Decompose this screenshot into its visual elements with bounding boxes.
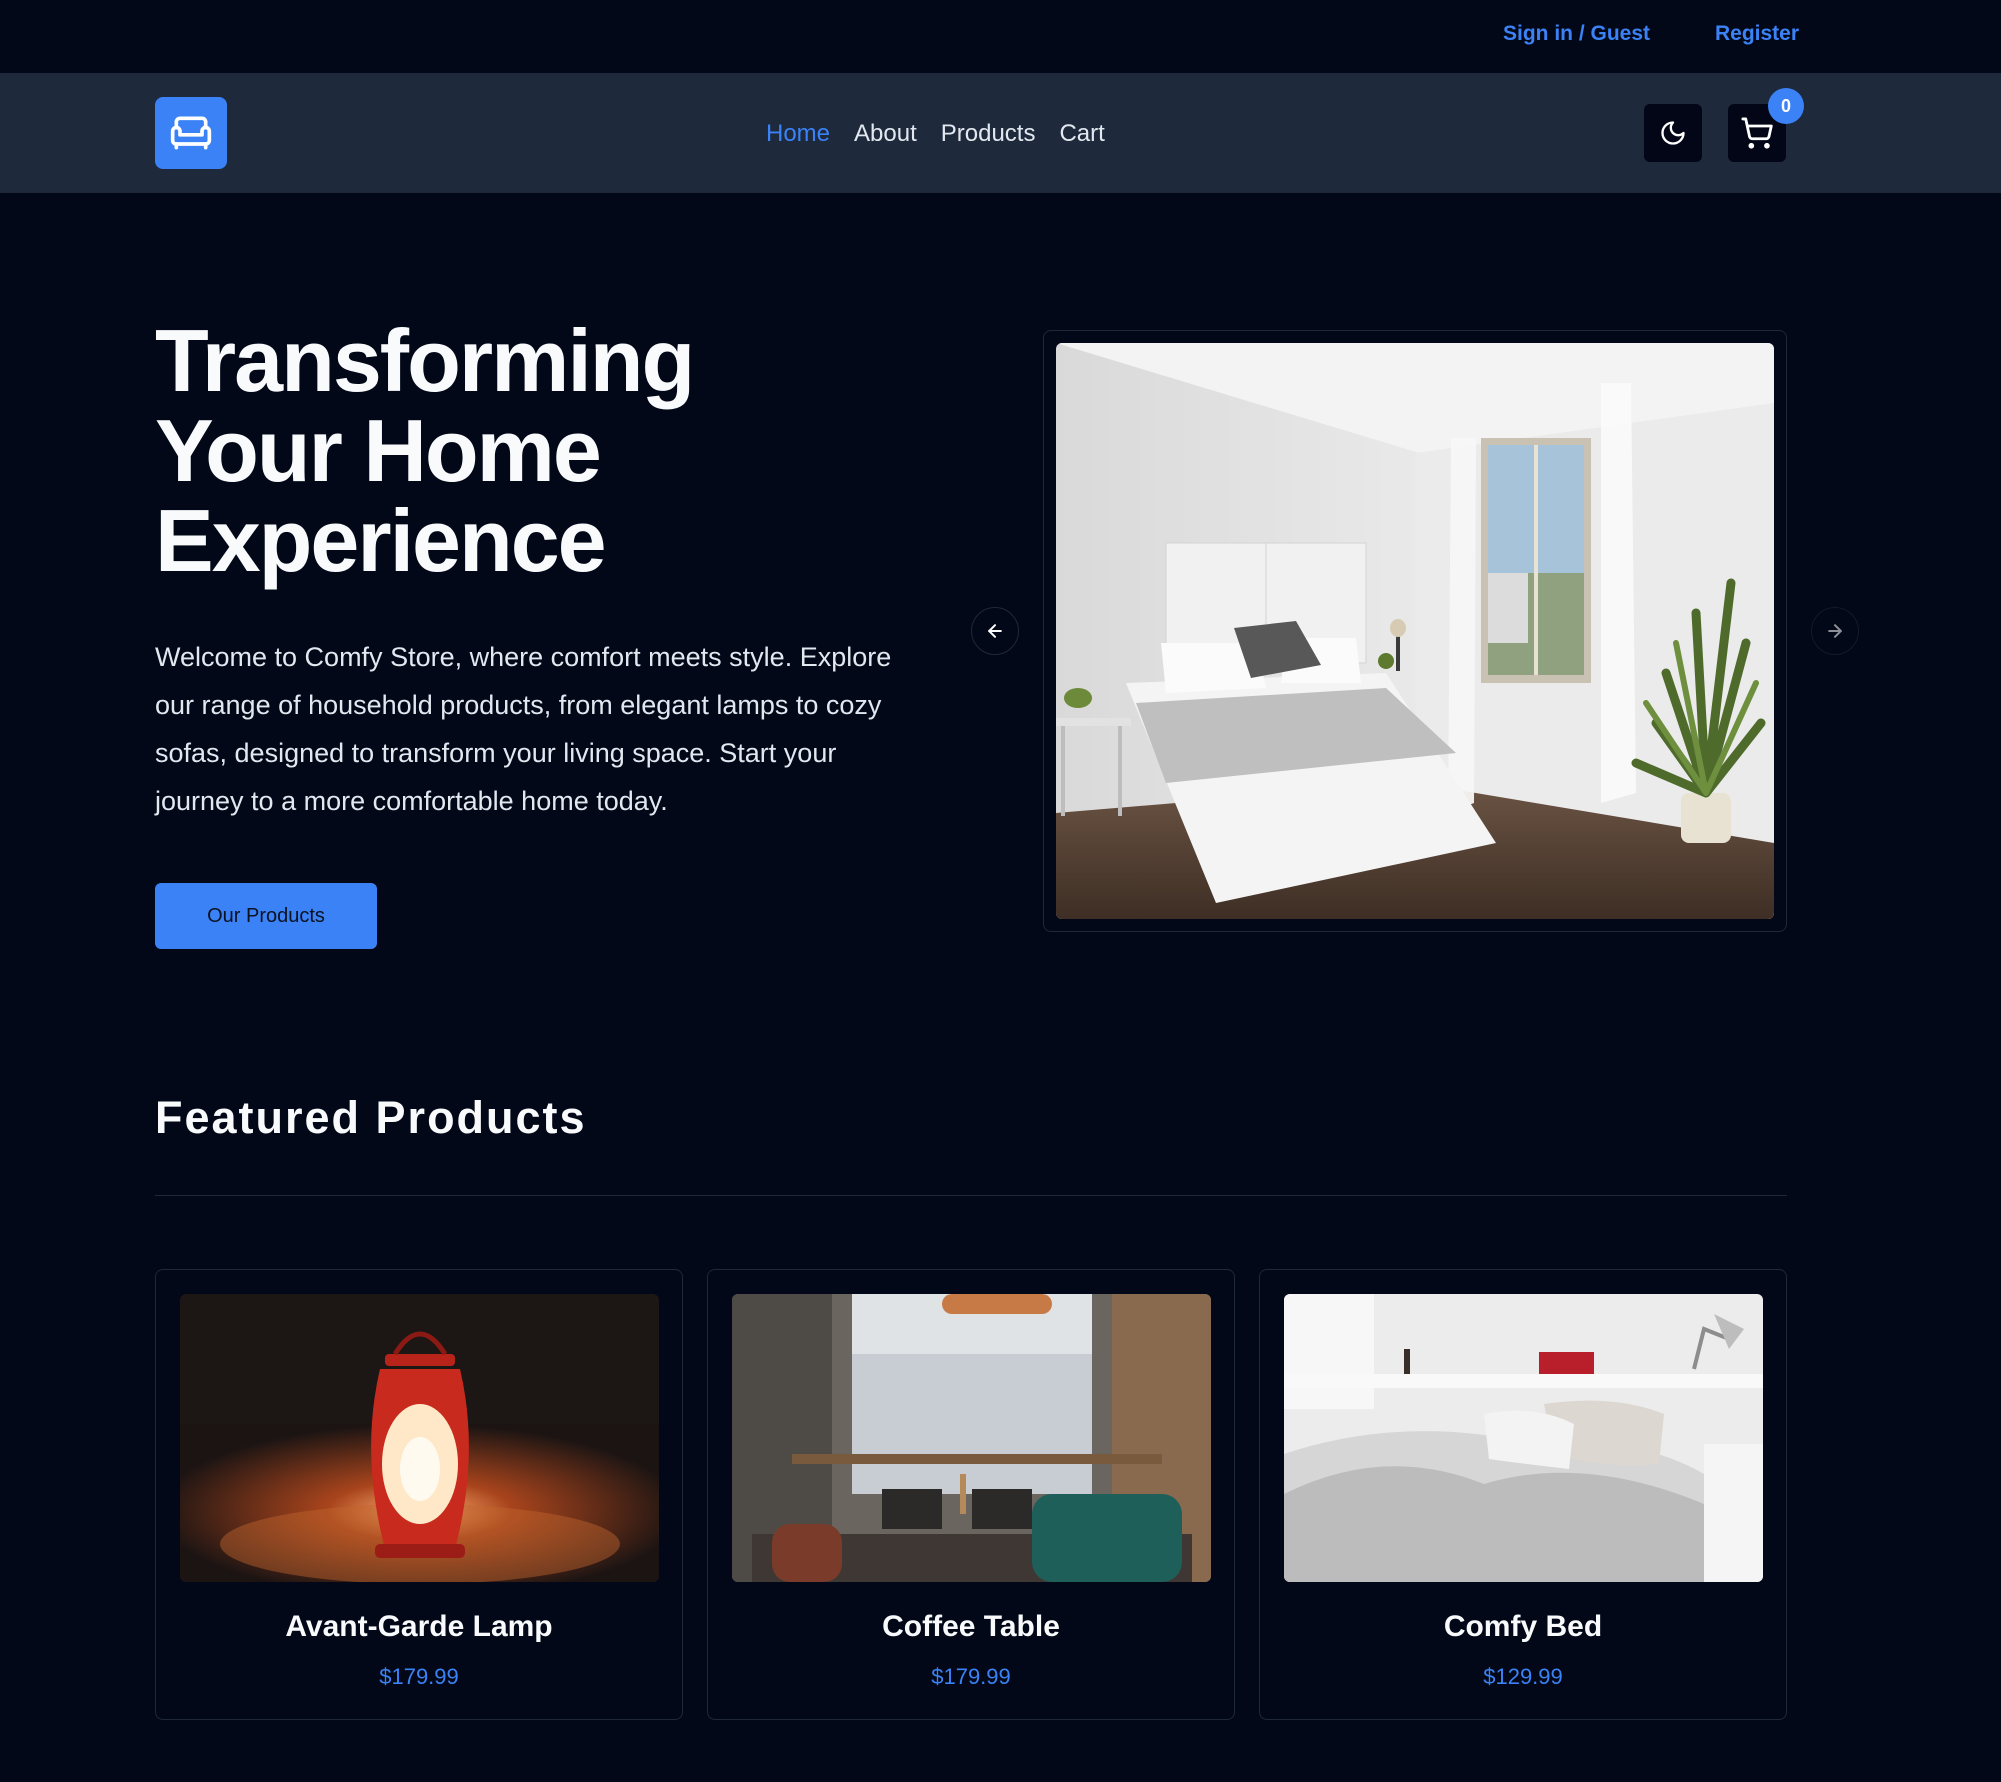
arrow-left-icon [988,624,1002,638]
hero-title-line: Your Home [155,401,602,500]
product-name: Comfy Bed [1443,1610,1603,1643]
signin-link[interactable]: Sign in / Guest [1503,22,1650,46]
product-name: Avant-Garde Lamp [285,1610,553,1643]
product-card[interactable]: Coffee Table $179.99 [707,1269,1235,1720]
moon-icon [1661,121,1685,145]
carousel-slide-bedroom-image [1056,343,1774,919]
product-image-coffee-table [732,1294,1211,1582]
our-products-button[interactable]: Our Products [155,883,377,949]
product-card[interactable]: Comfy Bed $129.99 [1259,1269,1787,1720]
shopping-cart-icon [1741,117,1773,149]
nav-link-products[interactable]: Products [929,119,1048,149]
hero-title: Transforming Your Home Experience [155,316,875,586]
theme-toggle-button[interactable] [1644,104,1702,162]
nav-links: Home About Products Cart [766,119,1117,149]
nav-link-cart[interactable]: Cart [1047,119,1116,149]
hero-title-line: Experience [155,491,607,590]
product-price: $179.99 [931,1664,1011,1689]
product-image-comfy-bed [1284,1294,1763,1582]
hero-title-line: Transforming [155,311,695,410]
nav-link-about[interactable]: About [842,119,929,149]
product-name: Coffee Table [882,1610,1060,1643]
product-price: $179.99 [379,1664,459,1689]
nav-link-home[interactable]: Home [766,119,842,149]
logo-button[interactable] [155,97,227,169]
register-link[interactable]: Register [1715,22,1799,46]
product-card[interactable]: Avant-Garde Lamp $179.99 [155,1269,683,1720]
main-navbar: Home About Products Cart [0,73,2001,193]
hero-description: Welcome to Comfy Store, where comfort me… [155,642,892,816]
product-price: $129.99 [1483,1664,1563,1689]
cart-count-badge: 0 [1768,88,1804,124]
product-image-lamp [180,1294,659,1582]
carousel-next-button[interactable] [1811,607,1859,655]
top-bar: Sign in / Guest Register [0,0,2001,73]
featured-products-title: Featured Products [155,1092,587,1143]
section-divider [155,1195,1787,1196]
sofa-icon [170,116,212,150]
carousel-prev-button[interactable] [971,607,1019,655]
arrow-right-icon [1828,624,1842,638]
hero-carousel [1043,330,1787,932]
